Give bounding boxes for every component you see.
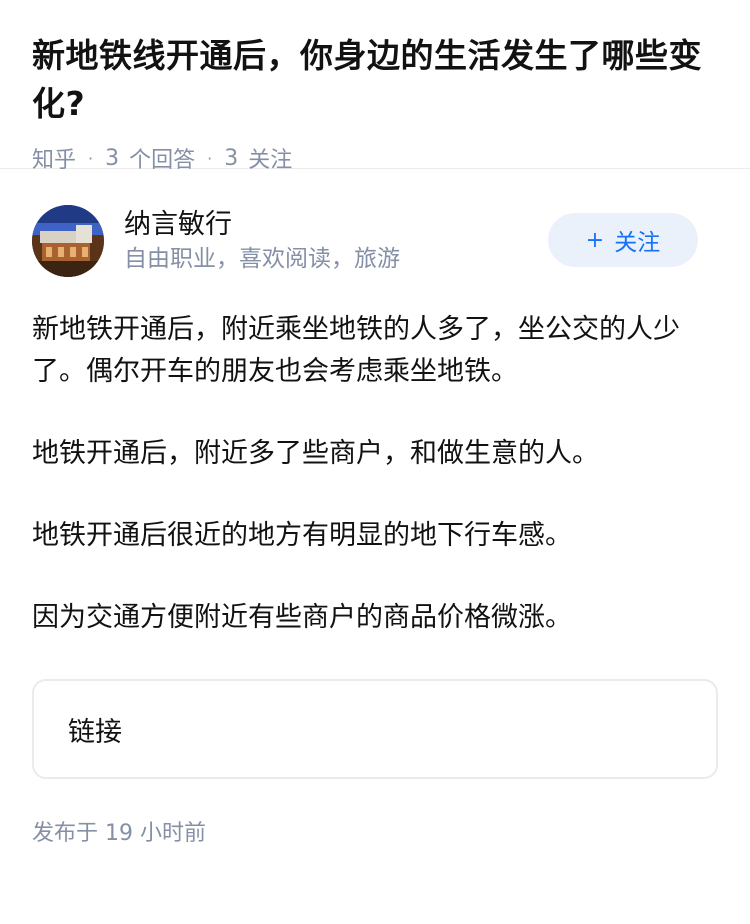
author-name[interactable]: 纳言敏行 (124, 207, 400, 243)
follow-count: 3 (224, 145, 239, 171)
source-label[interactable]: 知乎 (32, 142, 76, 174)
follow-count-label: 关注 (248, 148, 293, 173)
separator-dot: · (88, 148, 94, 168)
link-card[interactable]: 链接 (32, 679, 718, 779)
follow-button[interactable]: + 关注 (548, 213, 698, 267)
follow-button-label: 关注 (614, 230, 661, 256)
publish-time: 发布于 19 小时前 (32, 821, 206, 846)
avatar[interactable] (32, 205, 104, 277)
answer-count-label: 个回答 (129, 148, 196, 173)
plus-icon: + (585, 227, 605, 253)
question-title[interactable]: 新地铁线开通后，你身边的生活发生了哪些变化? (32, 32, 718, 128)
answer-paragraph: 新地铁开通后，附近乘坐地铁的人多了，坐公交的人少了。偶尔开车的朋友也会考虑乘坐地… (32, 314, 680, 387)
answer-paragraph: 地铁开通后很近的地方有明显的地下行车感。 (32, 520, 572, 551)
answer-content: 新地铁开通后，附近乘坐地铁的人多了，坐公交的人少了。偶尔开车的朋友也会考虑乘坐地… (32, 309, 718, 639)
author-row: 纳言敏行 自由职业，喜欢阅读，旅游 + 关注 (32, 203, 718, 279)
author-info: 纳言敏行 自由职业，喜欢阅读，旅游 (124, 207, 400, 275)
author-bio: 自由职业，喜欢阅读，旅游 (124, 246, 400, 272)
answer-count: 3 (105, 145, 120, 171)
separator-dot: · (207, 148, 213, 168)
answer-item: 纳言敏行 自由职业，喜欢阅读，旅游 + 关注 新地铁开通后，附近乘坐地铁的人多了… (0, 169, 750, 847)
answer-paragraph: 地铁开通后，附近多了些商户，和做生意的人。 (32, 438, 599, 469)
question-header: 新地铁线开通后，你身边的生活发生了哪些变化? 知乎 · 3 个回答 · 3 关注 (0, 0, 750, 173)
answer-paragraph: 因为交通方便附近有些商户的商品价格微涨。 (32, 602, 572, 633)
avatar-image-icon (32, 205, 104, 277)
